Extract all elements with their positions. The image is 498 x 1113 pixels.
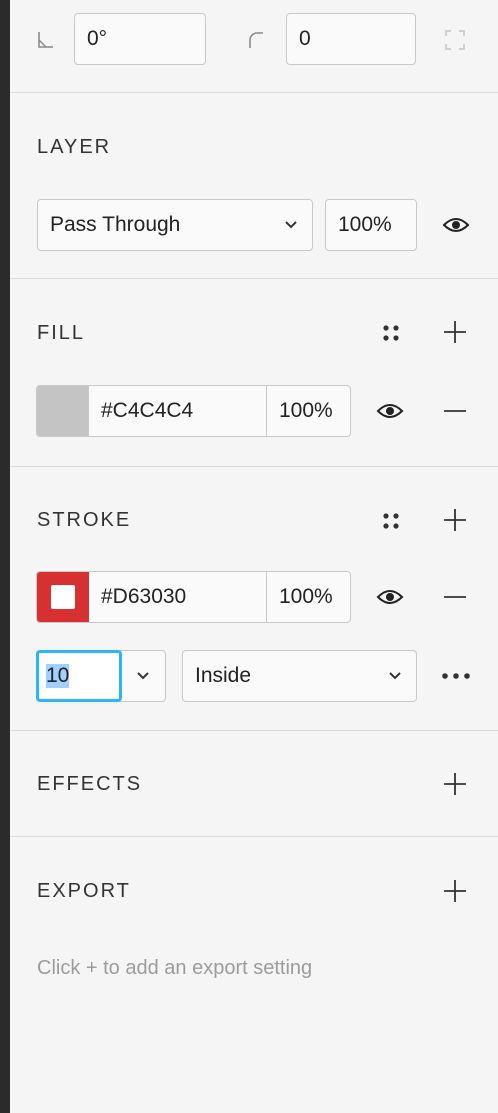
effects-section-title: EFFECTS — [37, 773, 143, 795]
blend-mode-value: Pass Through — [50, 213, 181, 236]
corner-radius-value: 0 — [299, 27, 311, 50]
stroke-weight-value: 10 — [46, 664, 70, 688]
add-export-plus-icon[interactable] — [440, 876, 470, 906]
divider — [10, 836, 498, 837]
fill-eye-icon[interactable] — [372, 398, 408, 424]
chevron-down-icon[interactable] — [133, 668, 153, 684]
independent-corners-icon[interactable] — [442, 27, 468, 53]
remove-fill-minus-icon[interactable] — [442, 399, 468, 423]
angle-icon — [34, 28, 58, 52]
fill-color-field[interactable]: #C4C4C4 100% — [36, 385, 351, 437]
fill-section-title: FILL — [37, 322, 86, 344]
style-grid-icon[interactable] — [378, 508, 404, 534]
stroke-position-value: Inside — [195, 664, 252, 687]
more-icon[interactable] — [438, 664, 474, 688]
corner-radius-icon — [244, 28, 268, 52]
chevron-down-icon — [284, 220, 298, 230]
blend-mode-select[interactable]: Pass Through — [37, 199, 313, 251]
stroke-position-select[interactable]: Inside — [182, 650, 417, 702]
stroke-eye-icon[interactable] — [372, 584, 408, 610]
properties-panel: 0° 0 LAYER Pass Through 100% FILL #C4C4C… — [10, 0, 498, 1113]
layer-opacity-input[interactable]: 100% — [325, 199, 417, 251]
corner-radius-input[interactable]: 0 — [286, 13, 416, 65]
fill-color-swatch[interactable] — [37, 386, 89, 436]
stroke-weight-combo[interactable]: 10 — [36, 650, 166, 702]
eye-icon[interactable] — [438, 212, 474, 238]
left-window-edge — [0, 0, 10, 1113]
divider — [10, 730, 498, 731]
stroke-weight-input[interactable]: 10 — [36, 650, 122, 702]
fill-hex-value[interactable]: #C4C4C4 — [89, 399, 266, 423]
divider — [10, 92, 498, 93]
add-stroke-plus-icon[interactable] — [440, 505, 470, 535]
remove-stroke-minus-icon[interactable] — [442, 585, 468, 609]
layer-opacity-value: 100% — [338, 213, 392, 236]
stroke-section-title: STROKE — [37, 509, 132, 531]
add-fill-plus-icon[interactable] — [440, 317, 470, 347]
style-grid-icon[interactable] — [378, 320, 404, 346]
rotation-input[interactable]: 0° — [74, 13, 206, 65]
stroke-hex-value[interactable]: #D63030 — [89, 585, 266, 609]
stroke-color-swatch[interactable] — [37, 572, 89, 622]
export-hint-text: Click + to add an export setting — [37, 957, 313, 979]
fill-opacity-value[interactable]: 100% — [266, 386, 350, 436]
divider — [10, 278, 498, 279]
layer-section-title: LAYER — [37, 136, 112, 158]
export-section-title: EXPORT — [37, 880, 131, 902]
chevron-down-icon — [388, 671, 402, 681]
stroke-swatch-inner — [51, 585, 75, 609]
add-effect-plus-icon[interactable] — [440, 769, 470, 799]
divider — [10, 466, 498, 467]
stroke-opacity-value[interactable]: 100% — [266, 572, 350, 622]
stroke-color-field[interactable]: #D63030 100% — [36, 571, 351, 623]
rotation-value: 0° — [87, 27, 108, 50]
